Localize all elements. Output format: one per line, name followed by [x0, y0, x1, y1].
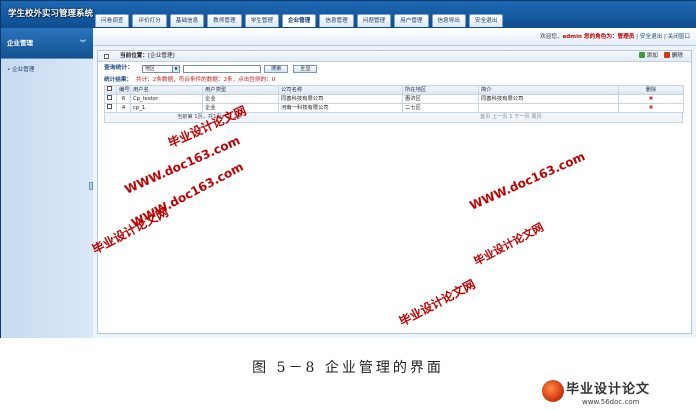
corner-logo-url: www.56doc.com	[582, 398, 640, 406]
chevron-down-icon[interactable]: ▼	[172, 66, 179, 72]
select-all-cell[interactable]	[104, 85, 117, 95]
app-window: 学生校外实习管理系统 问卷调查 评价打分 基础信息 教师管理 学生管理 企业管理 信息管理问…	[0, 0, 696, 338]
logout-link[interactable]: | 安全退出	[636, 34, 662, 40]
nav-tab[interactable]: 学生管理	[244, 14, 279, 27]
pager-links[interactable]: 首页 上一页 1 下一页 尾页	[480, 113, 542, 122]
collapse-icon[interactable]: ︾	[80, 28, 86, 59]
sidebar-header[interactable]: 企业管理 ︾	[1, 28, 93, 59]
sidebar-menu: • 企业管理	[1, 59, 93, 338]
sidebar-item-company-management[interactable]: • 企业管理	[1, 65, 93, 76]
search-button[interactable]: 搜索	[264, 65, 289, 73]
delete-button[interactable]: 删除	[663, 51, 683, 62]
nav-tab[interactable]: 信息导出	[431, 14, 466, 27]
row-select-cell[interactable]	[104, 94, 117, 104]
nav-tab[interactable]: 用户管理	[394, 14, 429, 27]
nav-tab[interactable]: 教师管理	[207, 14, 242, 27]
user-bar: 欢迎您，admin 您的角色为：管理员 | 安全退出 | 关闭窗口	[93, 28, 696, 46]
app-logo: 学生校外实习管理系统	[8, 9, 94, 19]
select-all-checkbox[interactable]	[107, 86, 112, 91]
header-id: 编号	[116, 85, 131, 95]
location-bar: 当前位置：[企业管理] 添加 删除	[98, 51, 691, 62]
location-value: [企业管理]	[147, 53, 175, 59]
nav-tab[interactable]: 安全退出	[468, 14, 504, 27]
field-select[interactable]: 地区 ▼	[142, 65, 180, 73]
cell-id: 6	[116, 94, 131, 104]
close-window-link[interactable]: | 关闭窗口	[664, 34, 690, 40]
cell-company: 河南一科技有限公司	[278, 103, 403, 113]
nav-tab[interactable]: 问卷调查	[95, 14, 130, 27]
cell-intro	[478, 103, 619, 113]
sidebar-title: 企业管理	[7, 39, 33, 47]
row-checkbox[interactable]	[107, 104, 112, 109]
pager: 当前第 1页，共1页，共 2条 首页 上一页 1 下一页 尾页	[104, 113, 683, 123]
cell-area: 惠济区	[402, 94, 479, 104]
delete-icon	[663, 52, 670, 58]
table-header-row: 编号 用户名 用户类型 公司名称 所在地区 简介 删除	[104, 85, 684, 95]
breadcrumb: 当前位置：[企业管理]	[120, 51, 175, 62]
header-area: 所在地区	[402, 85, 479, 95]
cell-username: cp_1	[130, 103, 203, 113]
logo-mark-icon	[542, 380, 564, 402]
username: admin	[562, 34, 583, 40]
header-company: 公司名称	[278, 85, 403, 95]
row-checkbox[interactable]	[107, 95, 112, 100]
header-intro: 简介	[478, 85, 619, 95]
nav-tab[interactable]: 基础信息	[169, 14, 205, 27]
search-bar: 查询统计： 地区 ▼ 搜索 全显	[98, 62, 691, 75]
row-select-cell[interactable]	[104, 103, 117, 113]
cell-username: Cp_tester	[130, 94, 203, 104]
table-row: 6 Cp_tester 企业 同善科技有限公司 惠济区 同善科技有限公司 ✖	[104, 94, 684, 104]
field-select-value: 地区	[145, 66, 156, 72]
add-button[interactable]: 添加	[638, 51, 658, 62]
header-user-type: 用户类型	[202, 85, 279, 95]
nav-tab[interactable]: 企业管理	[281, 14, 317, 27]
location-label: 当前位置：	[120, 53, 148, 59]
table-row: 4 cp_1 企业 河南一科技有限公司 二七区 ✖	[104, 103, 684, 113]
stats-label: 统计结果：	[104, 77, 132, 83]
search-label: 查询统计：	[104, 65, 133, 71]
cell-id: 4	[116, 103, 131, 113]
company-table: 编号 用户名 用户类型 公司名称 所在地区 简介 删除 6 Cp_tester	[104, 85, 684, 113]
add-label: 添加	[646, 53, 658, 59]
corner-logo-title: 毕业设计论文	[566, 382, 651, 397]
top-bar: 学生校外实习管理系统 问卷调查 评价打分 基础信息 教师管理 学生管理 企业管理 信息管理问…	[1, 1, 696, 28]
nav-tab[interactable]: 信息管理	[319, 14, 354, 27]
stats-text: 共计：2条数据，符合条件的数据：2条，点击性例的：0	[135, 77, 276, 83]
delete-row-icon[interactable]: ✖	[618, 94, 684, 104]
nav-tab[interactable]: 评价打分	[132, 14, 167, 27]
show-all-button[interactable]: 全显	[293, 65, 318, 73]
main-nav: 问卷调查 评价打分 基础信息 教师管理 学生管理 企业管理 信息管理 问题管理 用户管理 信息导出…	[95, 14, 506, 27]
cell-area: 二七区	[402, 103, 479, 113]
figure-caption: 图 5－8 企业管理的界面	[252, 360, 444, 376]
delete-row-icon[interactable]: ✖	[618, 103, 684, 113]
role-label: 您的角色为：	[582, 34, 618, 40]
stats-line: 统计结果： 共计：2条数据，符合条件的数据：2条，点击性例的：0	[98, 75, 691, 85]
user-info: 欢迎您，admin 您的角色为：管理员 | 安全退出 | 关闭窗口	[540, 28, 690, 46]
panel-icon	[104, 54, 109, 59]
welcome-text: 欢迎您，	[540, 34, 563, 40]
main-area: 欢迎您，admin 您的角色为：管理员 | 安全退出 | 关闭窗口 当前位置：[…	[93, 28, 696, 338]
cell-company: 同善科技有限公司	[278, 94, 403, 104]
corner-logo: 毕业设计论文 www.56doc.com	[536, 376, 696, 410]
role-value: 管理员	[617, 34, 635, 40]
delete-label: 删除	[671, 53, 683, 59]
toolbar-actions: 添加 删除	[633, 51, 683, 62]
search-input[interactable]	[183, 65, 261, 73]
nav-tab[interactable]: 问题管理	[356, 14, 392, 27]
add-icon	[638, 52, 645, 58]
sidebar: 企业管理 ︾ • 企业管理	[1, 28, 93, 338]
header-delete: 删除	[618, 85, 684, 95]
cell-intro: 同善科技有限公司	[478, 94, 619, 104]
header-username: 用户名	[130, 85, 203, 95]
